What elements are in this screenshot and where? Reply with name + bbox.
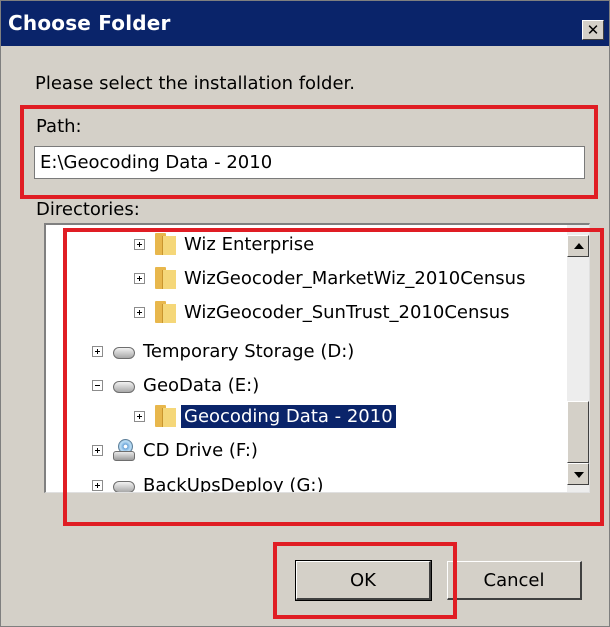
- tree-item-label-selected: Geocoding Data - 2010: [181, 404, 396, 428]
- cd-drive-icon: [113, 439, 135, 461]
- folder-icon: [155, 301, 176, 323]
- scroll-up-button[interactable]: [567, 235, 589, 257]
- arrow-up-icon: [574, 243, 584, 249]
- hard-drive-icon: [113, 381, 135, 393]
- tree-item-label: WizGeocoder_MarketWiz_2010Census: [184, 267, 526, 289]
- close-icon: ✕: [586, 21, 600, 39]
- tree-item-label: GeoData (E:): [143, 374, 260, 396]
- scrollbar-thumb[interactable]: [567, 401, 589, 463]
- hard-drive-icon: [113, 347, 135, 359]
- title-bar[interactable]: Choose Folder ✕: [1, 1, 609, 46]
- expand-icon[interactable]: [92, 479, 103, 491]
- choose-folder-dialog: Choose Folder ✕ Please select the instal…: [0, 0, 610, 627]
- close-button[interactable]: ✕: [582, 20, 604, 40]
- tree-item-backupsdeploy[interactable]: BackUpsDeploy (G:): [92, 470, 324, 493]
- path-input[interactable]: E:\Geocoding Data - 2010: [34, 146, 585, 179]
- cancel-button-label: Cancel: [483, 569, 545, 591]
- expand-icon[interactable]: [134, 238, 145, 250]
- vertical-scrollbar[interactable]: [567, 225, 589, 492]
- folder-icon: [155, 405, 176, 427]
- expand-icon[interactable]: [134, 272, 145, 284]
- tree-item-temporary-storage[interactable]: Temporary Storage (D:): [92, 336, 354, 366]
- tree-item-geodata[interactable]: GeoData (E:): [92, 370, 259, 400]
- expand-icon[interactable]: [134, 410, 145, 422]
- tree-item-label: Temporary Storage (D:): [143, 340, 355, 362]
- folder-icon: [155, 233, 176, 255]
- arrow-down-icon: [574, 472, 584, 478]
- expand-icon[interactable]: [92, 345, 103, 357]
- ok-button-label: OK: [350, 569, 376, 591]
- tree-item-label: Wiz Enterprise: [184, 233, 315, 255]
- cancel-button[interactable]: Cancel: [447, 561, 582, 600]
- directory-tree[interactable]: Wiz Enterprise WizGeocoder_MarketWiz_201…: [44, 223, 590, 493]
- dialog-title: Choose Folder: [8, 11, 171, 35]
- ok-button[interactable]: OK: [295, 560, 432, 601]
- folder-icon: [155, 267, 176, 289]
- path-label: Path:: [36, 116, 82, 137]
- expand-icon[interactable]: [92, 444, 103, 456]
- instruction-text: Please select the installation folder.: [35, 73, 356, 94]
- directories-label: Directories:: [36, 199, 140, 220]
- tree-item-label: CD Drive (F:): [143, 439, 258, 461]
- expand-icon[interactable]: [134, 306, 145, 318]
- tree-item-cd-drive[interactable]: CD Drive (F:): [92, 435, 258, 465]
- tree-item-marketwiz[interactable]: WizGeocoder_MarketWiz_2010Census: [134, 263, 525, 293]
- tree-item-suntrust[interactable]: WizGeocoder_SunTrust_2010Census: [134, 297, 510, 327]
- hard-drive-icon: [113, 481, 135, 492]
- tree-item-label: BackUpsDeploy (G:): [143, 474, 324, 493]
- tree-item-geocoding-data-2010[interactable]: Geocoding Data - 2010: [134, 401, 396, 431]
- collapse-icon[interactable]: [92, 379, 103, 391]
- tree-item-label: WizGeocoder_SunTrust_2010Census: [184, 301, 510, 323]
- tree-item-wiz-enterprise[interactable]: Wiz Enterprise: [134, 229, 314, 259]
- scroll-down-button[interactable]: [567, 463, 589, 485]
